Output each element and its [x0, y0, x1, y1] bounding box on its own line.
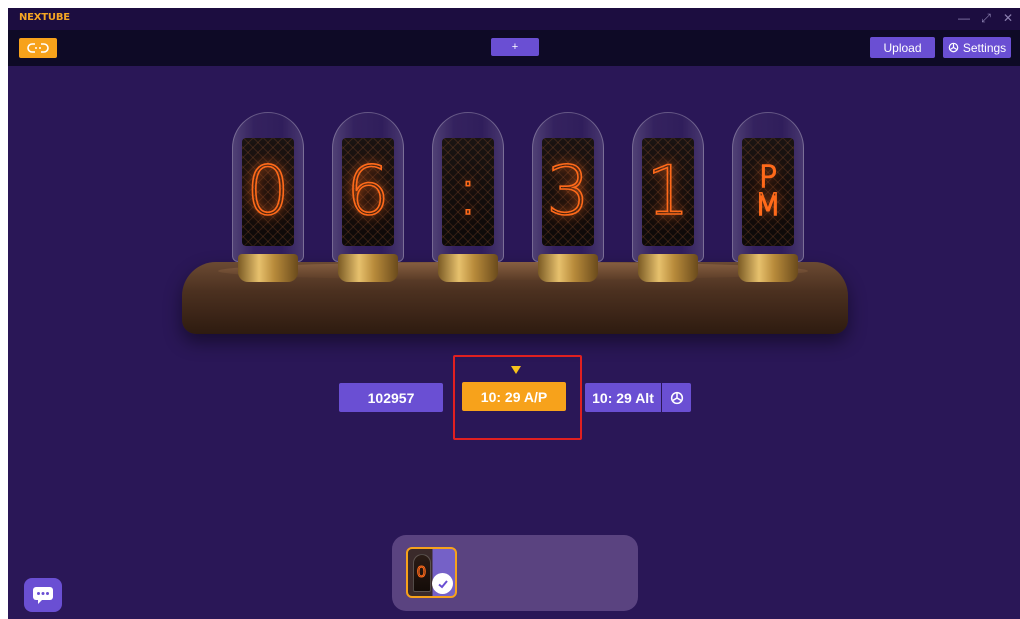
- chat-icon: [33, 587, 53, 604]
- thumbnail-tube: 0: [413, 554, 431, 592]
- tube-digit: :: [456, 152, 481, 231]
- title-bar: NEXTUBE — ⤢ ✕: [8, 8, 1020, 30]
- theme-thumbnail[interactable]: 0: [406, 547, 457, 598]
- mode-button-seconds[interactable]: 102957: [339, 383, 443, 412]
- settings-button[interactable]: Settings: [943, 37, 1011, 58]
- close-button[interactable]: ✕: [1002, 11, 1014, 25]
- nixie-tube: 0: [232, 112, 304, 282]
- tube-digit: 6: [346, 152, 391, 231]
- settings-label: Settings: [962, 40, 1007, 55]
- tube-ampm: P M: [754, 161, 781, 223]
- theme-tray: 0: [392, 535, 638, 611]
- tube-digit: 0: [246, 152, 291, 231]
- link-button[interactable]: [19, 38, 57, 58]
- gear-icon: [948, 42, 959, 53]
- restore-button[interactable]: ⤢: [980, 11, 992, 25]
- gear-icon: [670, 391, 683, 404]
- mode-button-ampm[interactable]: 10: 29 A/P: [462, 382, 566, 411]
- nixie-tube: 6: [332, 112, 404, 282]
- clock-base-top: [218, 262, 808, 280]
- nixie-clock-preview: 0 6 : 3 1 P M: [178, 112, 850, 342]
- window-controls: — ⤢ ✕: [958, 11, 1014, 25]
- app-name: NEXTUBE: [19, 12, 70, 23]
- nixie-tube: P M: [732, 112, 804, 282]
- app-window: NEXTUBE — ⤢ ✕ + Upload Settings 0 6: 3 …: [8, 8, 1020, 619]
- upload-button[interactable]: Upload: [870, 37, 935, 58]
- chat-button[interactable]: [24, 578, 62, 612]
- toolbar: + Upload Settings: [8, 30, 1020, 66]
- nixie-tube: 1: [632, 112, 704, 282]
- ampm-letter: M: [754, 188, 781, 223]
- mode-button-alt[interactable]: 10: 29 Alt: [585, 383, 661, 412]
- check-icon: [432, 573, 453, 594]
- nixie-tube: 3: [532, 112, 604, 282]
- tube-digit: 1: [646, 152, 691, 231]
- add-button[interactable]: +: [491, 38, 539, 56]
- minimize-button[interactable]: —: [958, 11, 970, 25]
- alt-mode-settings-button[interactable]: [662, 383, 691, 412]
- link-icon: [27, 43, 49, 53]
- thumbnail-digit: 0: [417, 564, 427, 581]
- tube-digit: 3: [546, 152, 591, 231]
- nixie-tube: :: [432, 112, 504, 282]
